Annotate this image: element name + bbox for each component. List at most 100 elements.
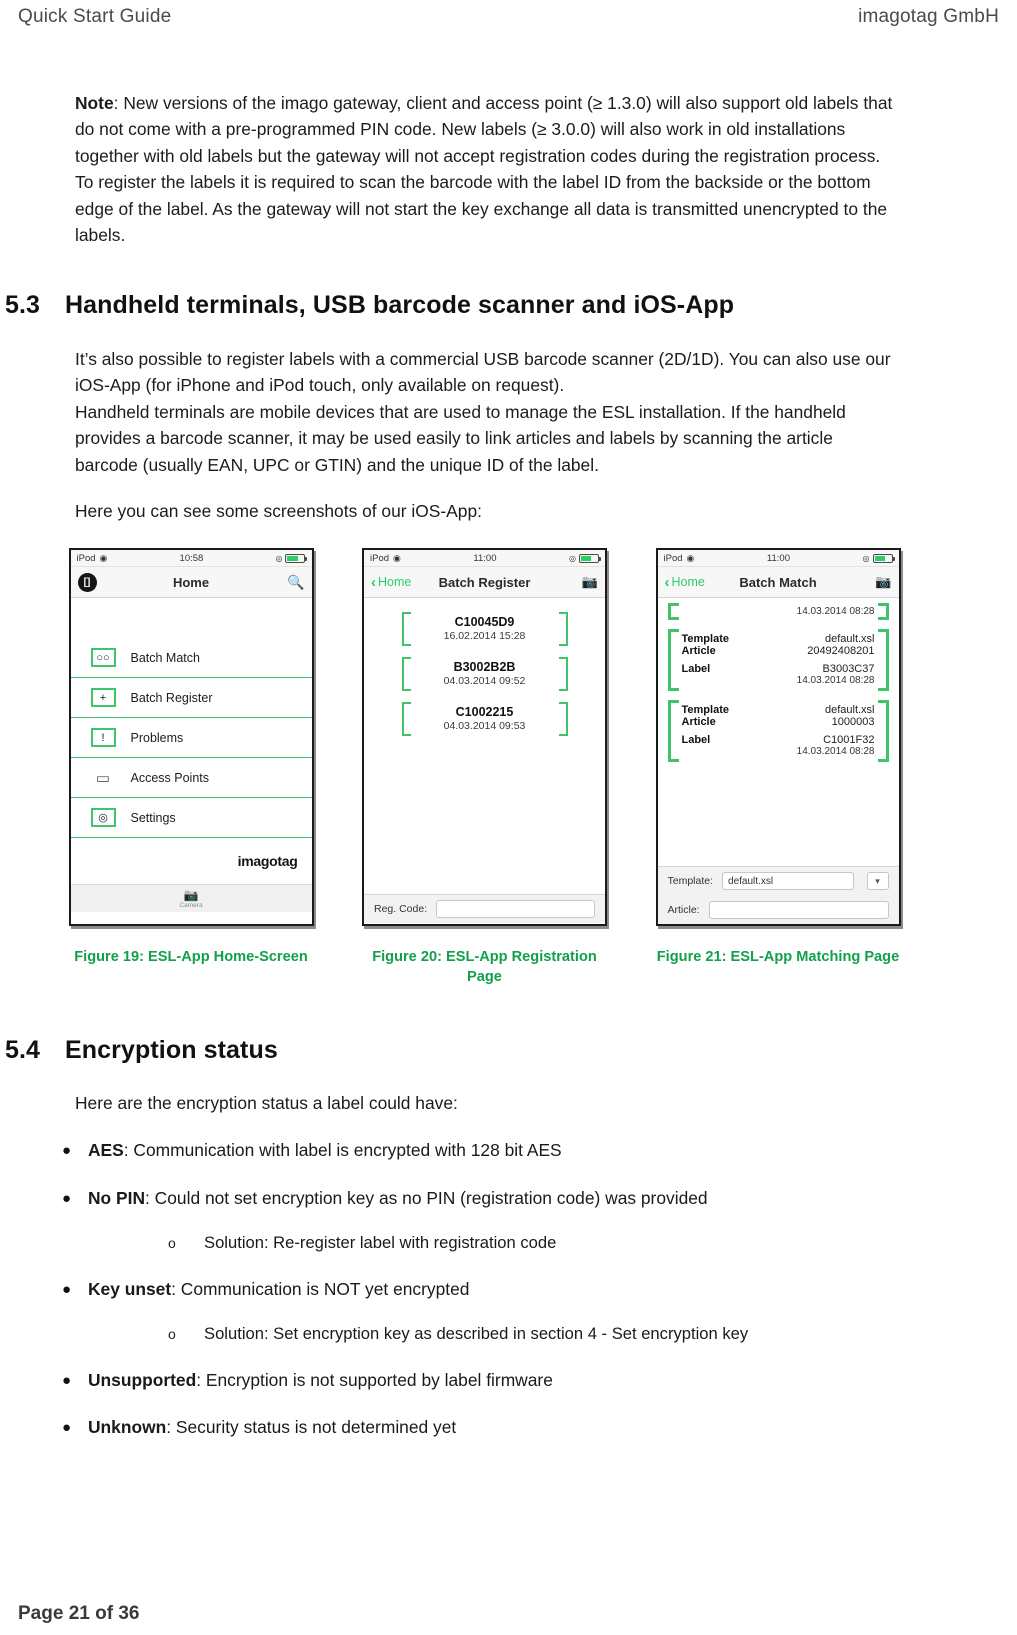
- bullet-icon: ●: [62, 1189, 72, 1207]
- status-bar-left: iPod ◉: [370, 553, 401, 564]
- encryption-status-subitem-solution-2: o Solution: Set encryption key as descri…: [168, 1322, 957, 1346]
- article-input[interactable]: [708, 900, 889, 919]
- bullet-rest: : Encryption is not supported by label f…: [196, 1370, 553, 1391]
- camera-icon[interactable]: 📷: [875, 574, 891, 590]
- bullet-term: AES: [88, 1140, 124, 1161]
- figure-19-caption: Figure 19: ESL-App Home-Screen: [74, 949, 308, 966]
- phone-screenshot-batch-match: iPod ◉ 11:00 ◎ ‹ Home Batch Match 📷 14.0…: [655, 548, 901, 927]
- app-badge-icon[interactable]: []: [77, 572, 97, 592]
- bullet-rest: : Could not set encryption key as no PIN…: [145, 1187, 708, 1208]
- template-field-label: Template:: [667, 875, 714, 888]
- register-list-item[interactable]: C10045D9 16.02.2014 15:28: [401, 612, 568, 647]
- gear-icon: ◎: [90, 808, 116, 828]
- heading-5-3: 5.3 Handheld terminals, USB barcode scan…: [0, 291, 957, 320]
- camera-tab-label: Camera: [179, 901, 203, 909]
- bullet-term: Unknown: [88, 1417, 167, 1438]
- register-list-item[interactable]: B3002B2B 04.03.2014 09:52: [401, 657, 568, 692]
- heading-5-4-number: 5.4: [5, 1035, 41, 1064]
- imagotag-logo: imagotag: [237, 853, 298, 870]
- sub-bullet-text: Solution: Set encryption key as describe…: [204, 1324, 749, 1344]
- bullet-text: Key unset: Communication is NOT yet encr…: [88, 1277, 469, 1302]
- menu-item-problems[interactable]: ! Problems: [70, 718, 312, 759]
- exclamation-icon-glyph: !: [101, 731, 105, 744]
- register-list-item[interactable]: C1002215 04.03.2014 09:53: [401, 702, 568, 737]
- chevron-left-icon: ‹: [371, 573, 376, 591]
- menu-item-label: Batch Register: [130, 690, 213, 705]
- article-field-row: Article:: [657, 895, 899, 925]
- plus-icon-glyph: +: [99, 691, 107, 704]
- nav-bar-batch-match: ‹ Home Batch Match 📷: [657, 567, 899, 599]
- search-icon[interactable]: 🔍: [287, 574, 304, 591]
- bullet-text: Unknown: Security status is not determin…: [88, 1415, 456, 1440]
- match-card[interactable]: Template default.xsl Article 20492408201…: [667, 629, 889, 692]
- menu-item-settings[interactable]: ◎ Settings: [70, 798, 312, 839]
- menu-item-label: Batch Match: [130, 650, 200, 665]
- bullet-icon: ●: [62, 1419, 72, 1437]
- location-icon: ◎: [569, 553, 576, 563]
- ios-status-bar: iPod ◉ 11:00 ◎: [364, 550, 605, 568]
- exclamation-icon: !: [90, 728, 116, 748]
- match-header-date: 14.03.2014 08:28: [796, 606, 875, 618]
- back-button-label: Home: [671, 575, 705, 590]
- bullet-text: No PIN: Could not set encryption key as …: [88, 1186, 708, 1211]
- status-bar-time: 11:00: [766, 552, 790, 564]
- encryption-status-item-no-pin: ● No PIN: Could not set encryption key a…: [62, 1186, 957, 1211]
- chevron-down-icon[interactable]: ▾: [866, 872, 889, 891]
- location-icon: ◎: [275, 553, 283, 563]
- battery-icon: [872, 553, 895, 563]
- article-key: Article: [681, 716, 716, 729]
- back-button[interactable]: ‹ Home: [665, 575, 705, 590]
- section-5-4-intro: Here are the encryption status a label c…: [75, 1092, 458, 1113]
- back-button[interactable]: ‹ Home: [371, 575, 411, 590]
- phone-screenshot-batch-register: iPod ◉ 11:00 ◎ ‹ Home Batch Register 📷 C…: [362, 548, 607, 927]
- status-bar-left: iPod ◉: [664, 553, 695, 564]
- menu-item-label: Problems: [130, 730, 184, 745]
- register-date: 16.02.2014 15:28: [443, 630, 526, 643]
- article-value: 20492408201: [807, 645, 875, 658]
- wifi-icon: ◉: [99, 552, 108, 563]
- carrier-label: iPod: [370, 552, 390, 564]
- section-5-3-paragraph-2: Handheld terminals are mobile devices th…: [75, 401, 846, 475]
- status-bar-left: iPod ◉: [77, 553, 108, 564]
- figure-21-caption: Figure 21: ESL-App Matching Page: [656, 949, 900, 966]
- bullet-rest: : Communication with label is encrypted …: [123, 1140, 562, 1161]
- menu-item-batch-match[interactable]: ○○ Batch Match: [70, 638, 312, 679]
- reg-code-input[interactable]: [436, 900, 595, 919]
- bullet-term: Unsupported: [88, 1370, 197, 1391]
- register-date: 04.03.2014 09:53: [443, 720, 526, 733]
- bullet-rest: : Communication is NOT yet encrypted: [171, 1278, 470, 1299]
- nav-bar-home: [] Home 🔍: [70, 567, 312, 599]
- bullet-term: No PIN: [88, 1187, 146, 1208]
- encryption-status-item-unknown: ● Unknown: Security status is not determ…: [62, 1415, 957, 1440]
- ios-status-bar: iPod ◉ 10:58 ◎: [70, 550, 312, 568]
- note-label: Note: [75, 93, 114, 113]
- figures-strip: iPod ◉ 10:58 ◎ [] Home 🔍 ○○ Batch Match …: [62, 548, 907, 987]
- template-value: default.xsl: [824, 704, 875, 717]
- figure-21: iPod ◉ 11:00 ◎ ‹ Home Batch Match 📷 14.0…: [649, 548, 907, 987]
- menu-item-label: Access Points: [130, 770, 210, 785]
- bullet-icon: ●: [62, 1280, 72, 1298]
- template-select[interactable]: default.xsl: [722, 872, 854, 891]
- status-bar-right: ◎: [275, 553, 308, 563]
- battery-icon: [579, 553, 601, 563]
- phone-screenshot-home: iPod ◉ 10:58 ◎ [] Home 🔍 ○○ Batch Match …: [68, 548, 314, 927]
- bullet-term: Key unset: [88, 1278, 172, 1299]
- article-field-label: Article:: [667, 903, 700, 916]
- page-number: Page 21 of 36: [18, 1603, 140, 1624]
- match-header-card: 14.03.2014 08:28: [667, 603, 889, 621]
- encryption-status-subitem-solution-1: o Solution: Re-register label with regis…: [168, 1231, 957, 1255]
- wifi-icon: ◉: [686, 552, 695, 563]
- menu-item-batch-register[interactable]: + Batch Register: [70, 678, 312, 719]
- register-code: B3002B2B: [453, 660, 516, 675]
- template-value: default.xsl: [824, 633, 875, 646]
- camera-tab-bar[interactable]: 📷 Camera: [70, 884, 312, 913]
- wifi-icon: ◉: [393, 552, 401, 563]
- bullet-text: AES: Communication with label is encrypt…: [88, 1138, 562, 1163]
- carrier-label: iPod: [76, 552, 96, 564]
- bullet-text: Unsupported: Encryption is not supported…: [88, 1368, 553, 1393]
- label-key: Label: [681, 663, 711, 676]
- camera-icon[interactable]: 📷: [582, 574, 598, 590]
- register-code: C10045D9: [454, 615, 515, 630]
- match-card[interactable]: Template default.xsl Article 1000003 Lab…: [667, 700, 889, 763]
- menu-item-access-points[interactable]: ▭ Access Points: [70, 758, 312, 799]
